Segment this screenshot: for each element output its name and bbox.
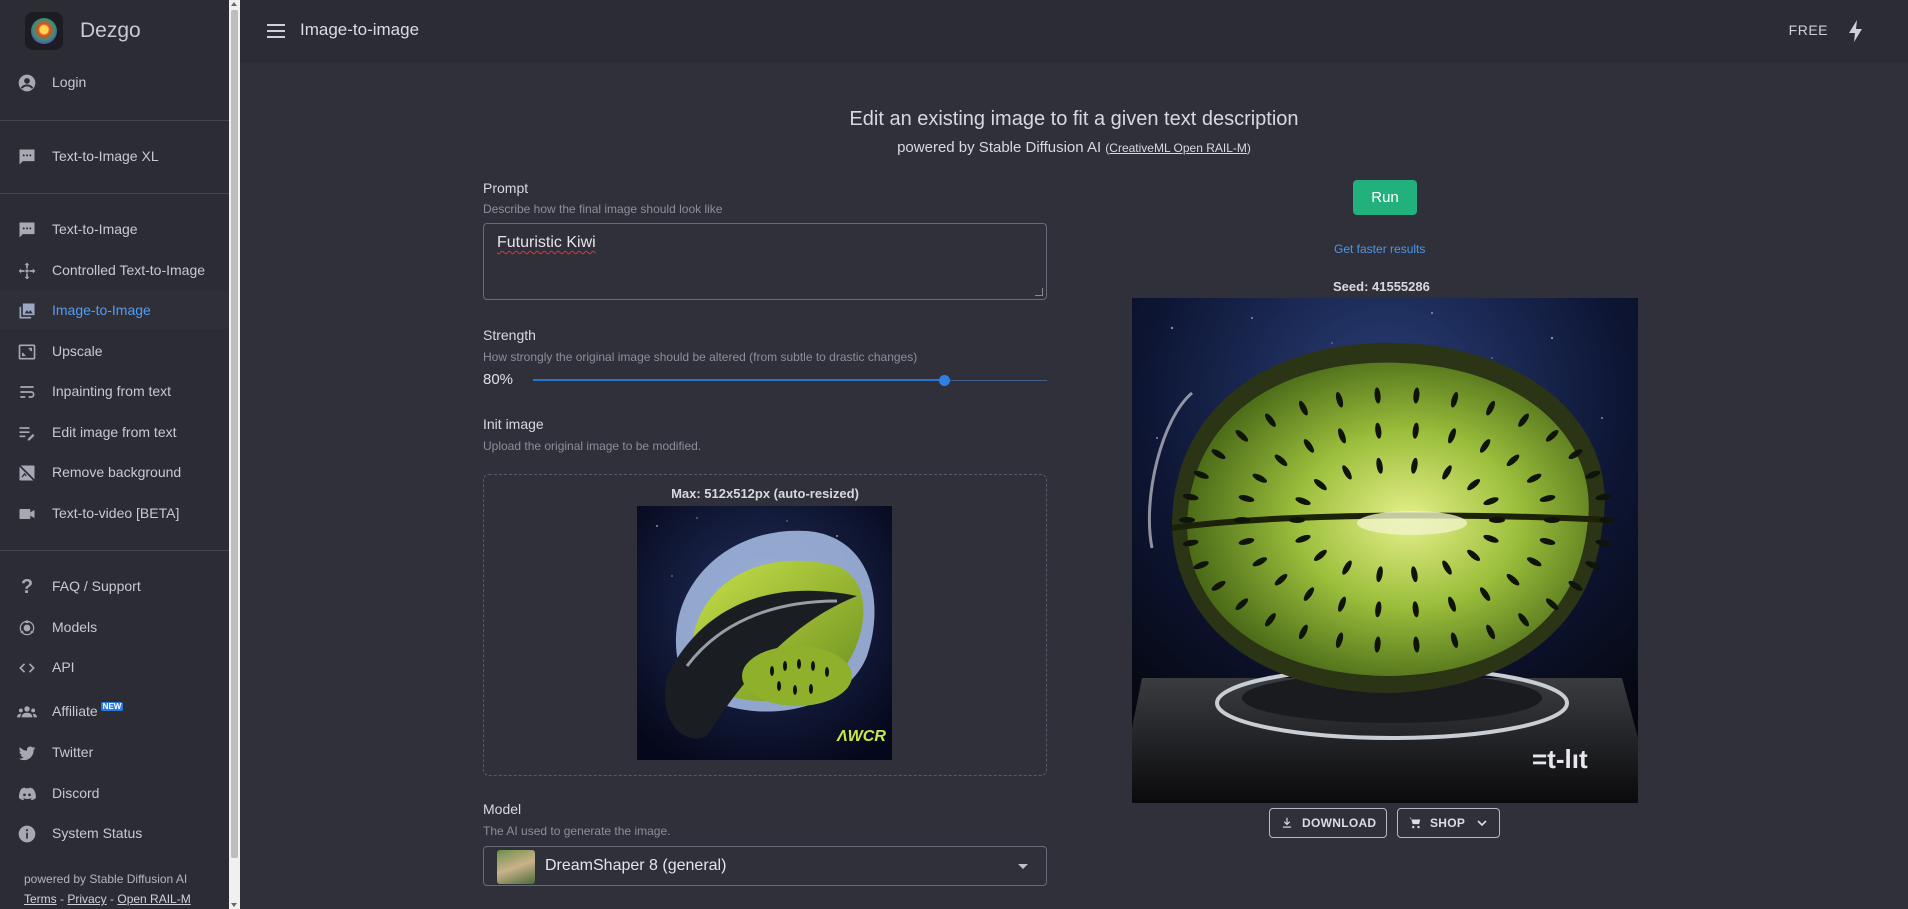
download-button[interactable]: DOWNLOAD — [1269, 808, 1387, 838]
topbar: Image-to-image FREE — [240, 0, 1908, 63]
sidebar-item-controlled-text-to-image[interactable]: Controlled Text-to-Image — [0, 251, 229, 289]
cart-icon — [1408, 816, 1422, 830]
init-image-hint: Upload the original image to be modified… — [483, 439, 702, 453]
sidebar-item-twitter[interactable]: Twitter — [0, 733, 229, 771]
lightning-bolt-icon[interactable] — [1848, 20, 1864, 42]
prompt-text: Futuristic Kiwi — [497, 234, 596, 251]
models-icon — [17, 618, 37, 638]
videocam-icon — [17, 504, 37, 524]
prompt-hint: Describe how the final image should look… — [483, 202, 723, 216]
resize-handle-icon[interactable] — [1035, 288, 1043, 296]
max-size-note: Max: 512x512px (auto-resized) — [671, 486, 859, 501]
hamburger-menu-icon[interactable] — [267, 24, 285, 38]
sidebar-item-text-to-image[interactable]: Text-to-Image — [0, 210, 229, 248]
sidebar-item-affiliate[interactable]: Affiliate NEW — [0, 692, 229, 730]
hide-image-icon — [17, 463, 37, 483]
chat-icon — [17, 147, 37, 167]
sidebar-item-text-to-video[interactable]: Text-to-video [BETA] — [0, 494, 229, 532]
help-icon: ? — [20, 575, 34, 598]
main-subheading: powered by Stable Diffusion AI (Creative… — [897, 139, 1251, 156]
dezgo-logo-icon — [25, 12, 63, 50]
download-icon — [1280, 816, 1294, 830]
dropdown-caret-icon — [1018, 864, 1028, 869]
divider — [0, 120, 229, 121]
svg-text:=t-lıt: =t-lıt — [1532, 744, 1588, 774]
photo-library-icon — [17, 301, 37, 321]
model-hint: The AI used to generate the image. — [483, 824, 671, 838]
sidebar-item-image-to-image[interactable]: Image-to-Image — [0, 291, 229, 329]
sidebar-footer: powered by Stable Diffusion AI — [24, 872, 188, 886]
code-icon — [17, 658, 37, 678]
license-link[interactable]: CreativeML Open RAIL-M — [1109, 141, 1247, 155]
sidebar-item-edit-image-from-text[interactable]: Edit image from text — [0, 413, 229, 451]
chat-icon — [17, 220, 37, 240]
main-heading: Edit an existing image to fit a given te… — [849, 108, 1299, 130]
model-value: DreamShaper 8 (general) — [545, 857, 727, 874]
sidebar-item-login[interactable]: Login — [0, 63, 229, 101]
brand-name: Dezgo — [80, 19, 141, 42]
new-badge: NEW — [100, 702, 124, 711]
move-arrows-icon — [17, 261, 37, 281]
discord-icon — [17, 784, 37, 804]
twitter-icon — [17, 743, 37, 763]
page-title: Image-to-image — [300, 20, 420, 39]
prompt-input[interactable]: Futuristic Kiwi — [483, 223, 1047, 300]
model-label: Model — [483, 801, 522, 817]
strength-hint: How strongly the original image should b… — [483, 350, 918, 364]
result-image[interactable]: =t-lıt — [1132, 298, 1638, 803]
license-link[interactable]: Open RAIL-M — [117, 892, 190, 906]
scroll-up-arrow-icon[interactable] — [231, 2, 237, 6]
strength-label: Strength — [483, 327, 536, 343]
scroll-down-arrow-icon[interactable] — [231, 903, 237, 907]
scrollbar-thumb[interactable] — [231, 10, 238, 858]
sidebar-item-faq-support[interactable]: ? FAQ / Support — [0, 567, 229, 605]
sidebar-item-api[interactable]: API — [0, 648, 229, 686]
sidebar-item-discord[interactable]: Discord — [0, 774, 229, 812]
sidebar: Dezgo Login Text-to-Image XL Text-to-Ima… — [0, 0, 229, 909]
brand[interactable]: Dezgo — [25, 12, 141, 50]
faster-results-link[interactable]: Get faster results — [1334, 242, 1425, 256]
sidebar-item-models[interactable]: Models — [0, 608, 229, 646]
sidebar-item-inpainting-from-text[interactable]: Inpainting from text — [0, 372, 229, 410]
seed-label: Seed: 41555286 — [1333, 279, 1430, 294]
privacy-link[interactable]: Privacy — [67, 892, 106, 906]
sidebar-item-system-status[interactable]: System Status — [0, 814, 229, 852]
aspect-ratio-icon — [17, 342, 37, 362]
shop-button[interactable]: SHOP — [1397, 808, 1500, 838]
plan-badge[interactable]: FREE — [1789, 22, 1828, 38]
strength-value: 80% — [483, 371, 514, 388]
strength-slider-fill — [533, 379, 945, 381]
strength-slider-thumb[interactable] — [938, 375, 950, 386]
group-icon — [17, 702, 37, 722]
sidebar-item-upscale[interactable]: Upscale — [0, 332, 229, 370]
divider — [0, 193, 229, 194]
svg-text:ΛWCR: ΛWCR — [836, 728, 886, 745]
sidebar-scrollbar[interactable] — [229, 0, 240, 909]
init-image-label: Init image — [483, 416, 544, 432]
init-image-preview[interactable]: ΛWCR — [637, 506, 892, 760]
model-avatar — [497, 850, 535, 884]
sidebar-legal-links: Terms - Privacy - Open RAIL-M — [24, 892, 191, 906]
sidebar-item-text-to-image-xl[interactable]: Text-to-Image XL — [0, 137, 229, 175]
run-button[interactable]: Run — [1353, 180, 1417, 215]
prompt-label: Prompt — [483, 180, 529, 196]
model-select[interactable]: DreamShaper 8 (general) — [483, 846, 1047, 886]
sidebar-item-remove-background[interactable]: Remove background — [0, 453, 229, 491]
account-circle-icon — [17, 73, 37, 93]
wrap-text-icon — [17, 382, 37, 402]
divider — [0, 550, 229, 551]
info-icon — [17, 824, 37, 844]
terms-link[interactable]: Terms — [24, 892, 57, 906]
chevron-down-icon — [1477, 816, 1487, 830]
edit-note-icon — [17, 423, 37, 443]
